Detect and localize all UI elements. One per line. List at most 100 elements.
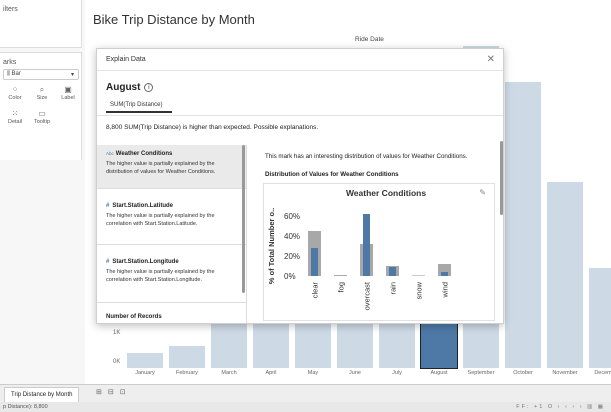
month-bar-october[interactable]: [505, 82, 541, 368]
item-title: # Start.Station.Longitude: [106, 259, 237, 265]
weather-y-tick: 0%: [284, 272, 296, 281]
item-title: Number of Records: [106, 314, 162, 320]
sheet-tab-bar: Trip Distance by Month ⊞⊟⊡: [0, 384, 611, 402]
weather-bar-snow-total: [412, 275, 425, 276]
x-label-february: February: [175, 370, 198, 376]
detail-card-label: Detail: [7, 119, 23, 125]
detail-card[interactable]: ⁙ Detail: [3, 109, 27, 129]
number-type-icon: #: [106, 259, 110, 265]
weather-conditions-chart: Weather Conditions % of Total Number o.. 6…: [267, 188, 451, 310]
item-description: The higher value is partially explained …: [106, 213, 215, 227]
weather-bar-overcast-mark: [363, 214, 370, 276]
x-label-may: May: [307, 370, 319, 376]
detail-icon: ⁙: [11, 109, 19, 118]
x-label-july: July: [392, 370, 402, 376]
label-card[interactable]: ▣ Label: [56, 85, 80, 105]
status-selection: p Distance): 8,800: [3, 404, 48, 410]
item-title-text: Start.Station.Latitude: [112, 203, 174, 209]
tab-sum-trip-distance[interactable]: SUM(Trip Distance): [106, 99, 172, 113]
mark-type-value: Bar: [11, 71, 21, 77]
filters-pane: ilters: [0, 0, 82, 48]
x-label-april: April: [265, 370, 277, 376]
weather-bar-clear-mark: [311, 248, 318, 276]
edit-icon[interactable]: ✎: [479, 188, 486, 197]
weather-x-label-fog: fog: [337, 282, 346, 292]
selected-month-title: August i: [106, 82, 154, 93]
weather-y-axis-label: % of Total Number o..: [267, 208, 276, 285]
mark-type-select[interactable]: ⫼ Bar ▾: [3, 69, 79, 80]
item-description: The higher value is partially explained …: [106, 161, 216, 175]
divider: [97, 115, 503, 116]
tab-trip-distance-by-month[interactable]: Trip Distance by Month: [4, 387, 80, 402]
weather-x-label-snow: snow: [415, 281, 424, 299]
color-card[interactable]: ⁘ Color: [3, 85, 27, 105]
size-card-label: Size: [36, 95, 48, 101]
month-bar-november[interactable]: [547, 182, 583, 368]
tooltip-card[interactable]: ▭ Tooltip: [30, 109, 54, 129]
list-item-weather-conditions[interactable]: Abc Weather Conditions The higher value i…: [97, 145, 246, 189]
number-type-icon: #: [106, 203, 110, 209]
size-card[interactable]: ⌕ Size: [30, 85, 54, 105]
weather-y-tick: 60%: [284, 212, 300, 221]
dialog-title: Explain Data: [106, 56, 146, 63]
item-title: Abc Weather Conditions: [106, 151, 237, 157]
x-label-august: August: [430, 370, 448, 376]
weather-bar-rain-mark: [389, 267, 396, 276]
label-card-label: Label: [61, 95, 75, 101]
list-item-number-of-records[interactable]: Number of Records: [97, 303, 246, 323]
list-item-start-station-longitude[interactable]: # Start.Station.Longitude The higher valu…: [97, 245, 246, 303]
string-type-icon: Abc: [106, 151, 114, 156]
y-tick-1k: 1K: [113, 330, 121, 336]
distribution-title: Distribution of Values for Weather Condi…: [265, 171, 399, 178]
x-label-september: September: [467, 370, 495, 376]
explain-data-dialog: Explain Data ✕ August i SUM(Trip Distance…: [96, 48, 504, 324]
month-bar-december[interactable]: [589, 268, 611, 368]
tooltip-card-label: Tooltip: [34, 119, 50, 125]
x-label-december: December: [594, 370, 611, 376]
status-bar: p Distance): 8,800 FF: +1 O ‹ ‹ › › ▥ ▦: [0, 402, 611, 412]
item-title-text: Start.Station.Longitude: [112, 259, 179, 265]
new-story-icon[interactable]: ⊡: [120, 389, 132, 396]
explain-summary: 8,800 SUM(Trip Distance) is higher than …: [106, 124, 319, 131]
color-icon: ⁘: [11, 85, 19, 94]
sheet-title: Bike Trip Distance by Month: [93, 12, 255, 27]
weather-chart-panel: ✎ Weather Conditions % of Total Number o.…: [263, 183, 495, 321]
column-header-ride-date[interactable]: Ride Date: [355, 36, 384, 43]
detail-scrollbar[interactable]: [500, 141, 503, 215]
chevron-down-icon: ▾: [70, 72, 74, 78]
item-title-text: Weather Conditions: [115, 151, 173, 157]
list-item-start-station-latitude[interactable]: # Start.Station.Latitude The higher value…: [97, 189, 246, 245]
mark-explanation-text: This mark has an interesting distributio…: [265, 153, 468, 160]
weather-y-tick: 20%: [284, 252, 300, 261]
weather-bar-wind-mark: [441, 272, 448, 276]
weather-x-label-wind: wind: [441, 282, 450, 298]
item-description: The higher value is partially explained …: [106, 269, 215, 283]
weather-x-label-rain: rain: [389, 282, 398, 295]
close-icon[interactable]: ✕: [487, 54, 495, 65]
month-name: August: [106, 82, 141, 93]
weather-y-tick: 40%: [284, 232, 300, 241]
weather-x-label-clear: clear: [311, 282, 320, 299]
item-title: # Start.Station.Latitude: [106, 203, 237, 209]
y-tick-0k: 0K: [113, 359, 121, 365]
month-bar-january[interactable]: [127, 353, 163, 368]
list-scrollbar[interactable]: [242, 145, 245, 293]
marks-pane: arks ⫼ Bar ▾ ⁘ Color ⌕ Size ▣ Label ⁙ De…: [0, 52, 82, 160]
size-icon: ⌕: [39, 85, 45, 94]
new-worksheet-icon[interactable]: ⊞: [96, 389, 108, 396]
month-bar-february[interactable]: [169, 346, 205, 368]
marks-title: arks: [3, 59, 17, 66]
color-card-label: Color: [8, 95, 22, 101]
weather-chart-title: Weather Conditions: [346, 188, 426, 198]
tab-actions: ⊞⊟⊡: [96, 388, 132, 396]
info-icon[interactable]: i: [144, 83, 154, 92]
filters-title: ilters: [3, 6, 18, 13]
tooltip-icon: ▭: [38, 109, 46, 118]
x-label-january: January: [135, 370, 155, 376]
status-nav: FF: +1 O ‹ ‹ › › ▥ ▦: [516, 404, 605, 410]
weather-x-label-overcast: overcast: [363, 281, 372, 310]
weather-bar-fog-total: [334, 275, 347, 276]
x-label-march: March: [221, 370, 237, 376]
tableau-window: ilters arks ⫼ Bar ▾ ⁘ Color ⌕ Size ▣ Lab…: [0, 0, 611, 412]
new-dashboard-icon[interactable]: ⊟: [108, 389, 120, 396]
